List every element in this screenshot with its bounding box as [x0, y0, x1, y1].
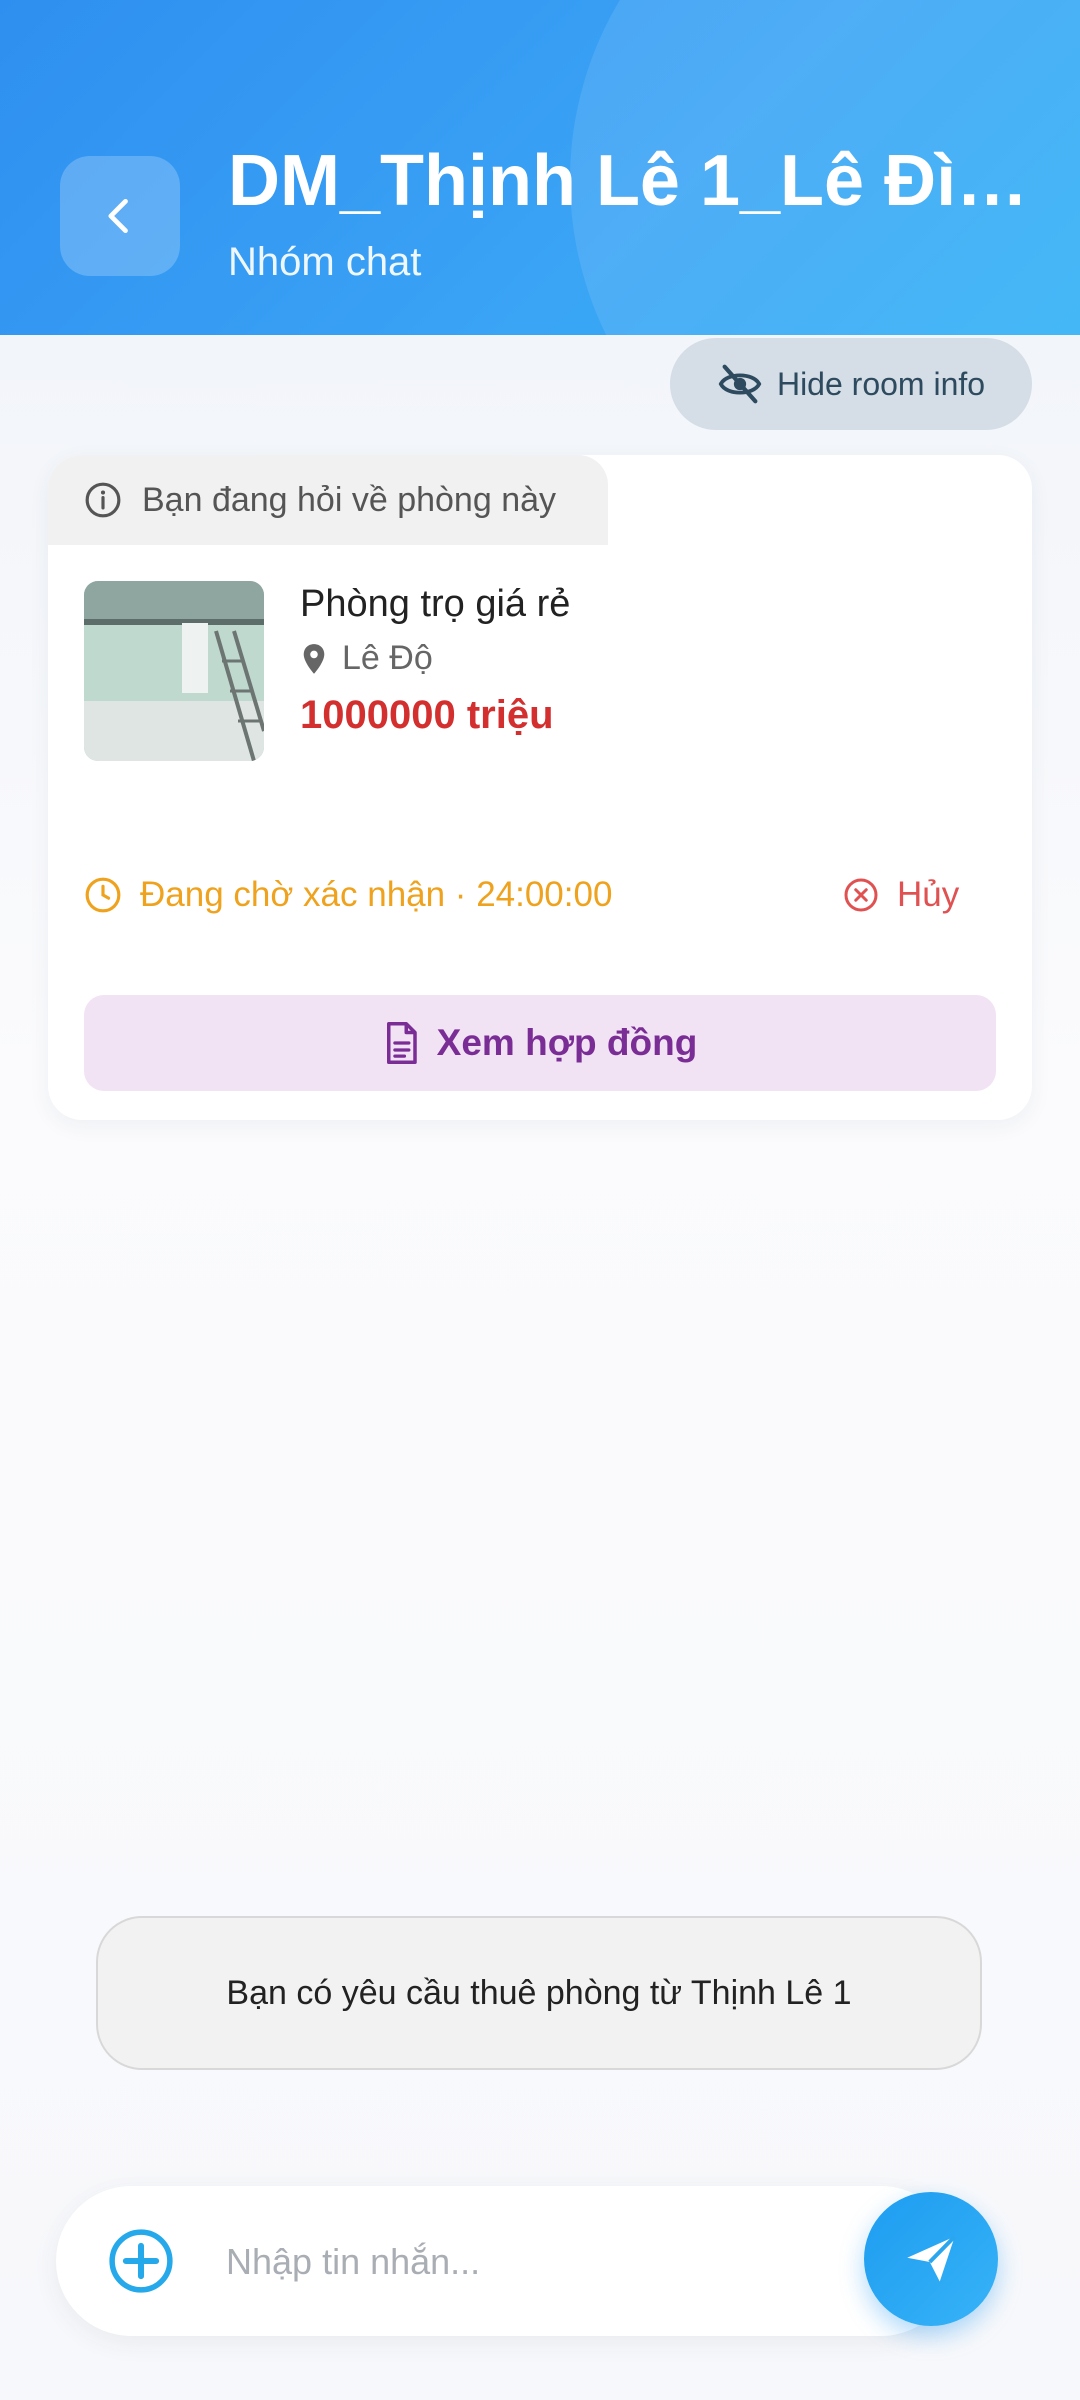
clock-icon: [85, 877, 121, 913]
view-contract-button[interactable]: Xem hợp đồng: [84, 995, 996, 1091]
room-location: Lê Độ: [300, 639, 433, 678]
send-button[interactable]: [864, 2192, 998, 2326]
chat-title: DM_Thịnh Lê 1_Lê Đìn...: [228, 141, 1038, 221]
room-location-text: Lê Độ: [342, 639, 433, 677]
booking-status: Đang chờ xác nhận · 24:00:00: [84, 875, 612, 915]
message-composer: [56, 2186, 956, 2336]
room-thumbnail[interactable]: [84, 581, 264, 761]
info-icon: [85, 482, 121, 518]
chat-header: DM_Thịnh Lê 1_Lê Đìn... Nhóm chat: [0, 0, 1080, 335]
back-button[interactable]: [60, 156, 180, 276]
hide-room-info-label: Hide room info: [776, 365, 986, 402]
booking-status-text: Đang chờ xác nhận · 24:00:00: [140, 875, 613, 914]
plus-circle-icon[interactable]: [108, 2228, 174, 2294]
hide-room-info-button[interactable]: Hide room info: [670, 338, 1032, 430]
system-message: Bạn có yêu cầu thuê phòng từ Thịnh Lê 1: [96, 1916, 982, 2070]
close-circle-icon: [844, 878, 878, 912]
send-icon: [907, 2235, 957, 2282]
cancel-label: Hủy: [897, 875, 960, 914]
message-input[interactable]: [224, 2226, 868, 2298]
room-name: Phòng trọ giá rẻ: [300, 583, 571, 625]
document-icon: [386, 1022, 417, 1064]
asking-label: Bạn đang hỏi về phòng này: [142, 480, 557, 519]
location-pin-icon: [303, 643, 325, 674]
room-price: 1000000 triệu: [300, 693, 554, 737]
eye-off-icon: [718, 364, 762, 404]
cancel-button[interactable]: Hủy: [843, 875, 959, 915]
chevron-left-icon: [108, 198, 128, 234]
chat-subtitle: Nhóm chat: [228, 240, 422, 284]
room-photo: [84, 581, 264, 761]
view-contract-label: Xem hợp đồng: [436, 1022, 698, 1063]
room-info-card: Bạn đang hỏi về phòng này Phòng trọ giá …: [48, 455, 1032, 1120]
asking-banner: Bạn đang hỏi về phòng này: [48, 455, 608, 545]
